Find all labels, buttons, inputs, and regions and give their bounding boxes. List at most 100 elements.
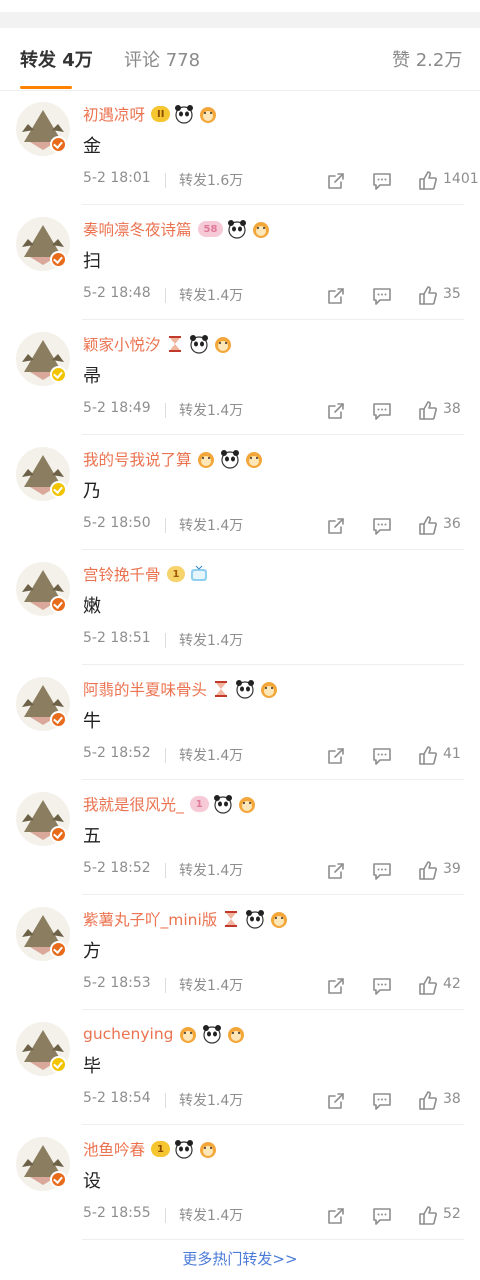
- panda-icon: [220, 449, 240, 469]
- divider: [165, 863, 166, 878]
- panda-icon: [174, 104, 194, 124]
- comment-icon[interactable]: [371, 1205, 393, 1227]
- repost-count: 转发1.4万: [179, 403, 244, 419]
- tab-comments[interactable]: 评论 778: [124, 46, 200, 72]
- username[interactable]: 我的号我说了算: [83, 448, 192, 470]
- like-icon[interactable]: [417, 860, 439, 882]
- username[interactable]: 奏响凛冬夜诗篇: [83, 218, 192, 240]
- username[interactable]: guchenying: [83, 1025, 174, 1043]
- verified-badge-icon: [50, 481, 67, 498]
- share-icon[interactable]: [325, 975, 347, 997]
- hourglass-icon: [221, 909, 241, 929]
- hamster-icon: [198, 104, 218, 124]
- username[interactable]: 宫铃挽千骨: [83, 563, 161, 585]
- like-icon[interactable]: [417, 400, 439, 422]
- verified-badge-icon: [50, 366, 67, 383]
- username[interactable]: 阿翡的半夏味骨头: [83, 678, 207, 700]
- username[interactable]: 颖家小悦汐: [83, 333, 161, 355]
- username[interactable]: 池鱼吟春: [83, 1138, 145, 1160]
- like-count: 38: [443, 401, 461, 417]
- comment-icon[interactable]: [371, 400, 393, 422]
- repost-text: 五: [83, 826, 101, 847]
- share-icon[interactable]: [325, 285, 347, 307]
- comment-icon[interactable]: [371, 745, 393, 767]
- comment-icon[interactable]: [371, 1090, 393, 1112]
- hamster-icon: [259, 679, 279, 699]
- list-item[interactable]: 初遇凉呀 II 金 5-2 18:01 转发1.6万 1401: [0, 90, 480, 205]
- list-item[interactable]: 紫薯丸子吖_mini版 方 5-2 18:53 转发1.4万 42: [0, 895, 480, 1010]
- panda-icon: [174, 1139, 194, 1159]
- like-icon[interactable]: [417, 1205, 439, 1227]
- comment-icon[interactable]: [371, 515, 393, 537]
- share-icon[interactable]: [325, 400, 347, 422]
- member-level-badge: II: [151, 106, 171, 122]
- more-reposts-link[interactable]: 更多热门转发>>: [0, 1248, 480, 1269]
- list-item[interactable]: 池鱼吟春 1 设 5-2 18:55 转发1.4万 52: [0, 1125, 480, 1240]
- comment-icon[interactable]: [371, 975, 393, 997]
- tab-reposts[interactable]: 转发 4万: [20, 46, 93, 72]
- like-count: 36: [443, 516, 461, 532]
- like-icon[interactable]: [417, 285, 439, 307]
- comment-icon[interactable]: [371, 860, 393, 882]
- verified-badge-icon: [50, 711, 67, 728]
- like-icon[interactable]: [417, 745, 439, 767]
- hamster-icon: [251, 219, 271, 239]
- divider: [165, 173, 166, 188]
- username[interactable]: 我就是很风光_: [83, 793, 184, 815]
- like-count: 1401: [443, 171, 479, 187]
- timestamp: 5-2 18:55: [83, 1205, 151, 1221]
- hamster-icon: [269, 909, 289, 929]
- repost-text: 牛: [83, 711, 101, 732]
- repost-count: 转发1.4万: [179, 1093, 244, 1109]
- like-icon[interactable]: [417, 515, 439, 537]
- list-item[interactable]: 奏响凛冬夜诗篇 58 扫 5-2 18:48 转发1.4万 35: [0, 205, 480, 320]
- tv-icon: [189, 564, 209, 584]
- panda-icon: [213, 794, 233, 814]
- share-icon[interactable]: [325, 170, 347, 192]
- repost-count: 转发1.4万: [179, 633, 244, 649]
- status-bar: [0, 0, 480, 29]
- share-icon[interactable]: [325, 860, 347, 882]
- list-item[interactable]: 颖家小悦汐 帚 5-2 18:49 转发1.4万 38: [0, 320, 480, 435]
- like-icon[interactable]: [417, 1090, 439, 1112]
- repost-text: 方: [83, 941, 101, 962]
- hamster-icon: [237, 794, 257, 814]
- list-item[interactable]: 我就是很风光_ 1 五 5-2 18:52 转发1.4万 39: [0, 780, 480, 895]
- divider: [165, 978, 166, 993]
- tab-likes[interactable]: 赞 2.2万: [392, 46, 462, 72]
- like-icon[interactable]: [417, 975, 439, 997]
- panda-icon: [227, 219, 247, 239]
- timestamp: 5-2 18:50: [83, 515, 151, 531]
- comment-icon[interactable]: [371, 170, 393, 192]
- share-icon[interactable]: [325, 1205, 347, 1227]
- divider: [165, 518, 166, 533]
- hamster-icon: [198, 1139, 218, 1159]
- username[interactable]: 初遇凉呀: [83, 103, 145, 125]
- comment-icon[interactable]: [371, 285, 393, 307]
- list-item[interactable]: 阿翡的半夏味骨头 牛 5-2 18:52 转发1.4万 41: [0, 665, 480, 780]
- repost-text: 嫩: [83, 596, 101, 617]
- like-count: 42: [443, 976, 461, 992]
- list-item[interactable]: 我的号我说了算 乃 5-2 18:50 转发1.4万 36: [0, 435, 480, 550]
- divider: [165, 1208, 166, 1223]
- verified-badge-icon: [50, 826, 67, 843]
- repost-text: 毕: [83, 1056, 101, 1077]
- username[interactable]: 紫薯丸子吖_mini版: [83, 908, 217, 930]
- repost-count: 转发1.4万: [179, 863, 244, 879]
- divider: [165, 748, 166, 763]
- verified-badge-icon: [50, 1056, 67, 1073]
- panda-icon: [245, 909, 265, 929]
- verified-badge-icon: [50, 1171, 67, 1188]
- panda-icon: [202, 1024, 222, 1044]
- share-icon[interactable]: [325, 515, 347, 537]
- share-icon[interactable]: [325, 745, 347, 767]
- list-item[interactable]: guchenying 毕 5-2 18:54 转发1.4万 38: [0, 1010, 480, 1125]
- hourglass-icon: [165, 334, 185, 354]
- share-icon[interactable]: [325, 1090, 347, 1112]
- timestamp: 5-2 18:52: [83, 860, 151, 876]
- like-count: 41: [443, 746, 461, 762]
- timestamp: 5-2 18:52: [83, 745, 151, 761]
- like-icon[interactable]: [417, 170, 439, 192]
- list-item[interactable]: 宫铃挽千骨 1 嫩 5-2 18:51 转发1.4万: [0, 550, 480, 665]
- timestamp: 5-2 18:54: [83, 1090, 151, 1106]
